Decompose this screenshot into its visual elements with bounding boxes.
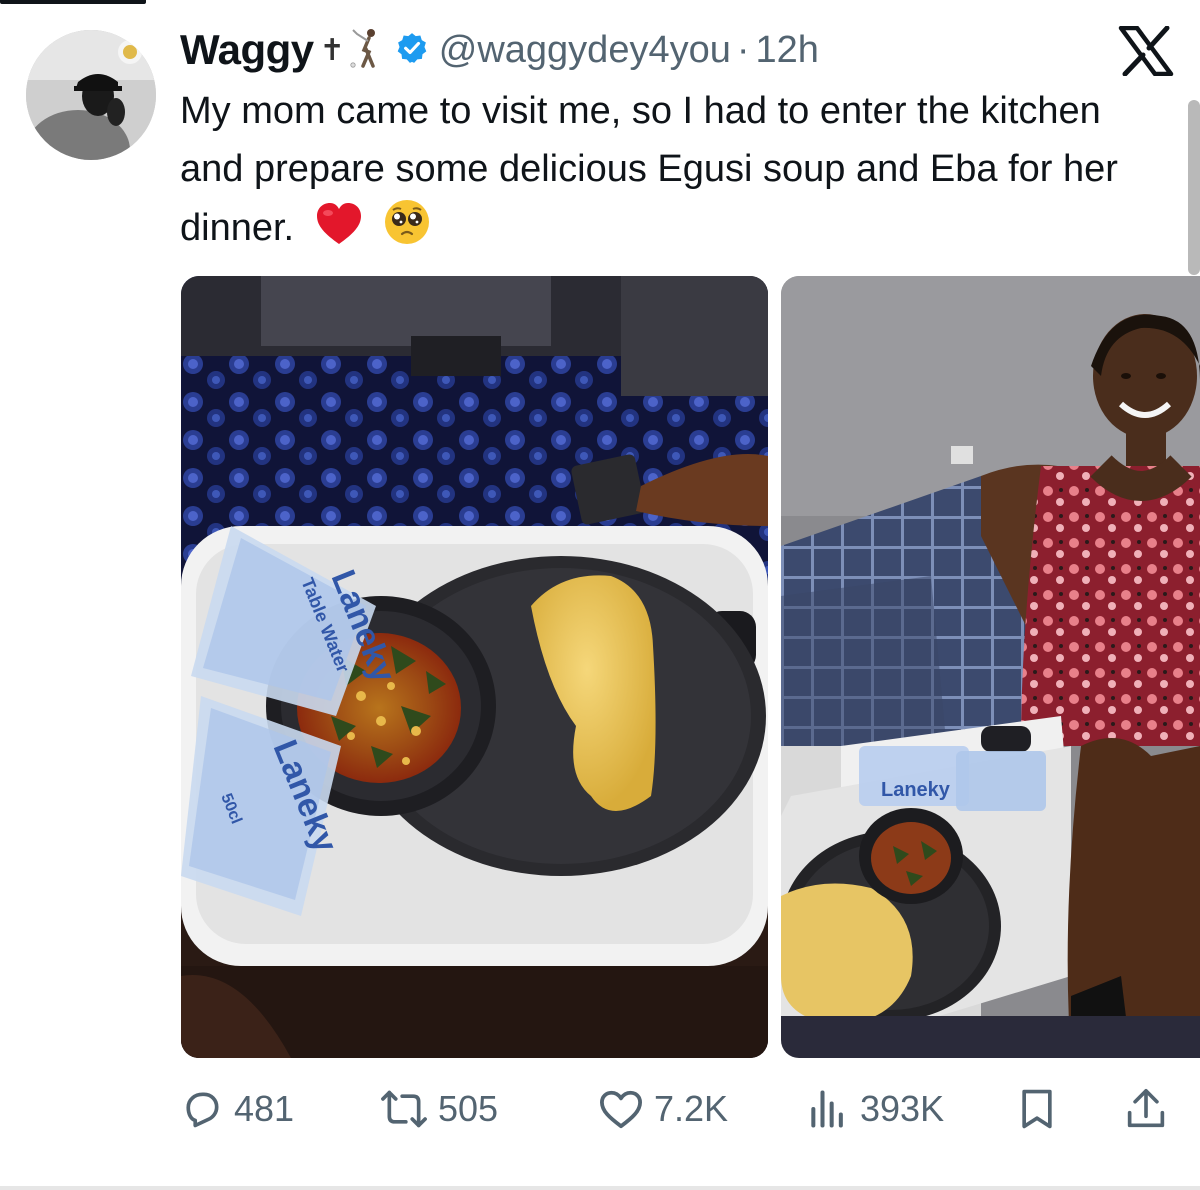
x-logo-icon[interactable]: [1118, 25, 1174, 77]
avatar[interactable]: [26, 30, 156, 160]
bookmark-button[interactable]: [1018, 1084, 1056, 1134]
verified-badge-icon[interactable]: [395, 31, 429, 70]
views-button[interactable]: 393K: [806, 1084, 944, 1134]
user-handle[interactable]: @waggydey4you: [439, 29, 731, 72]
tweet-photo-2[interactable]: Laneky: [781, 276, 1200, 1058]
tweet-action-bar: 481 505 7.2K 393K: [0, 1084, 1200, 1134]
pleading-face-emoji: [383, 198, 431, 263]
view-count: 393K: [860, 1088, 945, 1129]
reply-icon: [186, 1092, 219, 1128]
views-icon: [811, 1090, 843, 1128]
repost-icon: [381, 1090, 427, 1128]
reply-count: 481: [234, 1088, 295, 1129]
tweet-body: My mom came to visit me, so I had to ent…: [180, 82, 1170, 263]
like-count: 7.2K: [654, 1088, 729, 1129]
top-edge-bar: [0, 0, 146, 4]
share-button[interactable]: [1126, 1084, 1166, 1134]
cross-emoji: ✝: [319, 33, 345, 67]
scrollbar-thumb[interactable]: [1188, 100, 1200, 275]
bottom-divider: [0, 1186, 1200, 1190]
tray-brand-text-3: Laneky: [881, 779, 951, 801]
red-heart-emoji: [315, 202, 363, 263]
tweet-photo-1[interactable]: Laneky Table Water Laneky 50cl: [181, 276, 768, 1058]
golfer-icon: [349, 28, 383, 73]
tweet-header: Waggy ✝ @waggydey4you · 12h: [180, 22, 819, 78]
display-name[interactable]: Waggy: [180, 26, 314, 74]
separator-dot: ·: [736, 28, 750, 71]
tweet-timestamp[interactable]: 12h: [756, 29, 819, 72]
repost-button[interactable]: 505: [380, 1084, 498, 1134]
bookmark-icon: [1022, 1089, 1052, 1129]
share-icon: [1127, 1089, 1165, 1128]
reply-button[interactable]: 481: [180, 1084, 294, 1134]
repost-count: 505: [438, 1088, 499, 1129]
like-icon: [600, 1090, 642, 1129]
like-button[interactable]: 7.2K: [598, 1084, 728, 1134]
